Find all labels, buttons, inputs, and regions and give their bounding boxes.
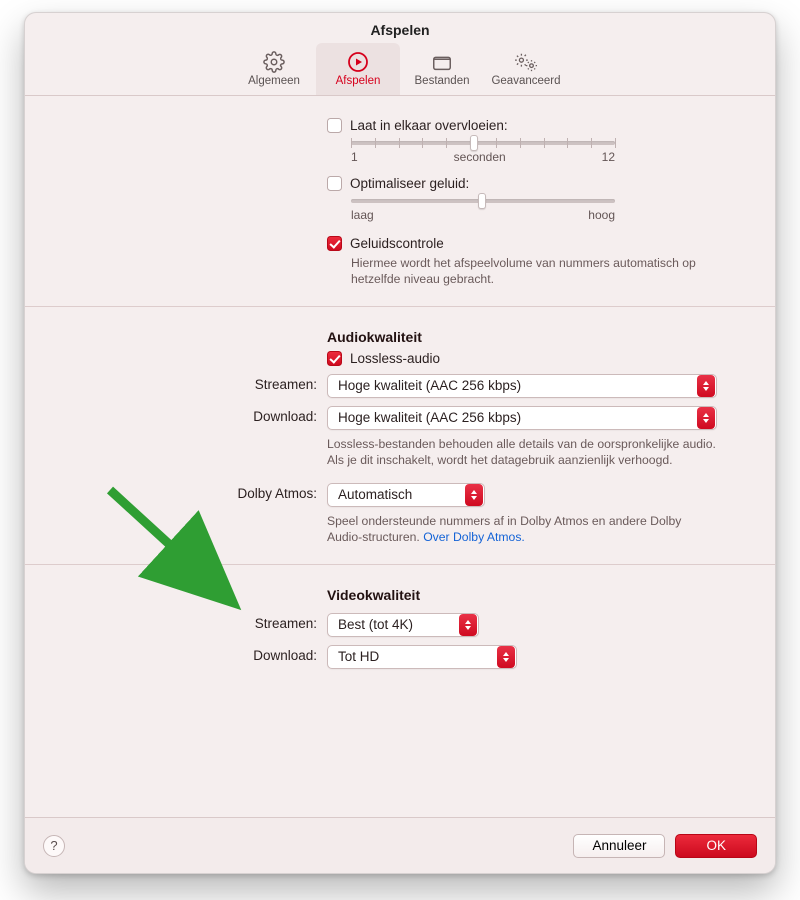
video-download-label: Download: xyxy=(65,645,327,663)
tab-bar: Algemeen Afspelen Bestanden Geavanceerd xyxy=(25,43,775,96)
preferences-window: Afspelen Algemeen Afspelen Bestanden Gea… xyxy=(24,12,776,874)
updown-icon xyxy=(465,484,483,506)
slider-min: 1 xyxy=(351,150,358,164)
sound-check-checkbox[interactable] xyxy=(327,236,342,251)
tab-label: Geavanceerd xyxy=(491,75,560,87)
ok-button[interactable]: OK xyxy=(675,834,757,858)
cancel-button[interactable]: Annuleer xyxy=(573,834,665,858)
sound-check-label: Geluidscontrole xyxy=(350,236,444,251)
video-download-select[interactable]: Tot HD xyxy=(327,645,517,669)
video-stream-select[interactable]: Best (tot 4K) xyxy=(327,613,479,637)
help-button[interactable]: ? xyxy=(43,835,65,857)
sound-enhancer-label: Optimaliseer geluid: xyxy=(350,176,469,191)
video-stream-label: Streamen: xyxy=(65,613,327,631)
tab-general[interactable]: Algemeen xyxy=(232,43,316,95)
select-value: Tot HD xyxy=(338,649,489,664)
select-value: Hoge kwaliteit (AAC 256 kbps) xyxy=(338,410,689,425)
sound-enhancer-checkbox[interactable] xyxy=(327,176,342,191)
lossless-label: Lossless-audio xyxy=(350,351,440,366)
audio-download-label: Download: xyxy=(65,406,327,424)
section-video-quality: Videokwaliteit Streamen: Best (tot 4K) D… xyxy=(25,565,775,687)
tab-label: Afspelen xyxy=(336,75,381,87)
dolby-atmos-desc: Speel ondersteunde nummers af in Dolby A… xyxy=(327,513,687,546)
crossfade-checkbox[interactable] xyxy=(327,118,342,133)
section-audio-quality: Audiokwaliteit Lossless-audio Streamen: … xyxy=(25,307,775,565)
window-title: Afspelen xyxy=(25,13,775,38)
folder-icon xyxy=(430,49,454,75)
slider-low: laag xyxy=(351,208,374,222)
select-value: Hoge kwaliteit (AAC 256 kbps) xyxy=(338,378,689,393)
slider-high: hoog xyxy=(588,208,615,222)
select-value: Best (tot 4K) xyxy=(338,617,451,632)
updown-icon xyxy=(497,646,515,668)
audio-stream-select[interactable]: Hoge kwaliteit (AAC 256 kbps) xyxy=(327,374,717,398)
crossfade-label: Laat in elkaar overvloeien: xyxy=(350,118,508,133)
updown-icon xyxy=(697,407,715,429)
sound-enhancer-slider[interactable] xyxy=(351,199,615,203)
play-circle-icon xyxy=(346,49,370,75)
dolby-atmos-label: Dolby Atmos: xyxy=(65,483,327,501)
content-area: Laat in elkaar overvloeien: 1 seconden 1… xyxy=(25,96,775,687)
tab-label: Bestanden xyxy=(415,75,470,87)
lossless-desc: Lossless-bestanden behouden alle details… xyxy=(327,436,727,469)
audio-stream-label: Streamen: xyxy=(65,374,327,392)
select-value: Automatisch xyxy=(338,487,457,502)
about-dolby-link[interactable]: Over Dolby Atmos. xyxy=(423,530,525,544)
audio-quality-heading: Audiokwaliteit xyxy=(327,329,735,345)
sound-check-desc: Hiermee wordt het afspeelvolume van numm… xyxy=(351,255,735,288)
audio-download-select[interactable]: Hoge kwaliteit (AAC 256 kbps) xyxy=(327,406,717,430)
slider-max: 12 xyxy=(602,150,615,164)
slider-unit: seconden xyxy=(358,150,602,164)
lossless-checkbox[interactable] xyxy=(327,351,342,366)
tab-playback[interactable]: Afspelen xyxy=(316,43,400,95)
gear-icon xyxy=(263,49,285,75)
dolby-atmos-select[interactable]: Automatisch xyxy=(327,483,485,507)
section-playback-options: Laat in elkaar overvloeien: 1 seconden 1… xyxy=(25,96,775,307)
crossfade-slider[interactable] xyxy=(351,141,615,145)
tab-advanced[interactable]: Geavanceerd xyxy=(484,43,568,95)
footer-bar: ? Annuleer OK xyxy=(25,817,775,873)
updown-icon xyxy=(697,375,715,397)
tab-label: Algemeen xyxy=(248,75,300,87)
gears-icon xyxy=(513,49,539,75)
updown-icon xyxy=(459,614,477,636)
video-quality-heading: Videokwaliteit xyxy=(327,587,735,603)
tab-files[interactable]: Bestanden xyxy=(400,43,484,95)
